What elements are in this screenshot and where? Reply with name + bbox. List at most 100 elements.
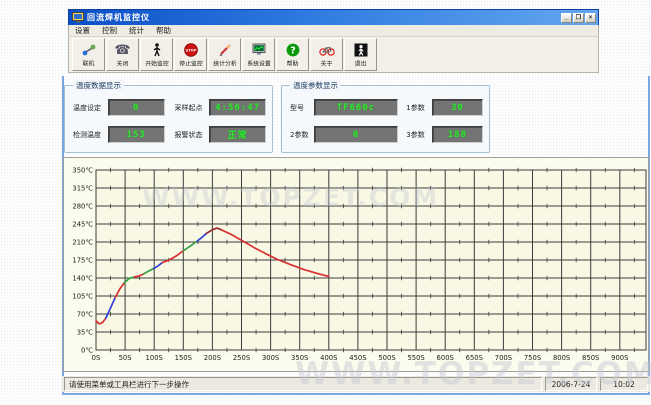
x-tick-label: 800S xyxy=(553,354,570,362)
x-tick-label: 500S xyxy=(378,354,395,362)
menu-bar: 设置 控制 统计 帮助 xyxy=(68,25,599,36)
menu-item-settings[interactable]: 设置 xyxy=(69,25,96,36)
toolbar-label: 统计分析 xyxy=(213,59,236,68)
minimize-button[interactable]: _ xyxy=(561,13,572,23)
y-tick-label: 70℃ xyxy=(77,310,94,318)
toolbar-button-stat-analysis[interactable]: 统计分析 xyxy=(208,38,241,71)
toolbar-label: 帮助 xyxy=(287,59,299,68)
bicycle-icon xyxy=(319,41,335,58)
x-tick-label: 100S xyxy=(146,354,163,362)
led-display-param1: 30 xyxy=(432,99,483,116)
panel-row: 型号 TF660c 1参数 30 xyxy=(290,99,483,116)
stop-sign-icon: STOP xyxy=(184,41,198,58)
y-tick-label: 140℃ xyxy=(72,274,93,282)
field-label-param3: 3参数 xyxy=(406,130,432,140)
exit-door-icon xyxy=(354,41,368,58)
toolbar-button-system-settings[interactable]: 系统设置 xyxy=(242,38,275,71)
status-date: 2006-7-24 xyxy=(545,377,597,391)
toolbar-label: 关闭 xyxy=(117,59,129,68)
y-tick-label: 175℃ xyxy=(72,256,93,264)
field-label-model: 型号 xyxy=(290,103,314,113)
x-tick-label: 550S xyxy=(407,354,424,362)
x-tick-label: 350S xyxy=(291,354,308,362)
x-tick-label: 450S xyxy=(349,354,366,362)
y-tick-label: 315℃ xyxy=(72,184,93,192)
panel-row: 2参数 0 3参数 188 xyxy=(290,126,483,143)
close-button[interactable]: × xyxy=(585,13,596,23)
temperature-chart-panel: 0℃35℃70℃105℃140℃175℃210℃245℃280℃315℃350℃… xyxy=(63,157,649,372)
x-tick-label: 50S xyxy=(119,354,132,362)
x-tick-label: 600S xyxy=(437,354,454,362)
led-display-temp-setting: 0 xyxy=(108,99,165,116)
y-tick-label: 280℃ xyxy=(72,202,93,210)
menu-item-control[interactable]: 控制 xyxy=(96,25,123,36)
y-tick-label: 105℃ xyxy=(72,292,93,300)
temperature-data-panel: 温度数据显示 温度设定 0 采样起点 4:56:47 检测温度 153 报警状态… xyxy=(64,85,273,153)
field-label-sample-start: 采样起点 xyxy=(175,103,210,113)
toolbar-label: 停止监控 xyxy=(179,59,202,68)
toolbar-button-exit[interactable]: 退出 xyxy=(344,38,377,71)
toolbar-button-about[interactable]: 关于 xyxy=(310,38,343,71)
status-bar: 请使用菜单或工具栏进行下一步操作 2006-7-24 10:02 xyxy=(62,376,650,392)
panel-title: 温度数据显示 xyxy=(73,80,124,91)
x-tick-label: 700S xyxy=(495,354,512,362)
x-tick-label: 900S xyxy=(611,354,628,362)
svg-text:STOP: STOP xyxy=(185,48,196,52)
field-label-param1: 1参数 xyxy=(406,103,432,113)
field-label-param2: 2参数 xyxy=(290,130,314,140)
restore-button[interactable]: ❐ xyxy=(573,13,584,23)
led-display-measured-temp: 153 xyxy=(108,126,165,143)
toolbar-button-start-monitor[interactable]: 开始监控 xyxy=(140,38,173,71)
phone-icon: ☎ xyxy=(114,41,130,58)
field-label-alarm-status: 报警状态 xyxy=(175,130,210,140)
led-display-sample-start: 4:56:47 xyxy=(209,99,266,116)
temperature-chart: 0℃35℃70℃105℃140℃175℃210℃245℃280℃315℃350℃… xyxy=(64,158,650,373)
temperature-params-panel: 温度参数显示 型号 TF660c 1参数 30 2参数 0 3参数 188 xyxy=(281,85,490,153)
toolbar-button-connect[interactable]: 联机 xyxy=(72,38,105,71)
field-label-temp-setting: 温度设定 xyxy=(73,103,108,113)
y-tick-label: 210℃ xyxy=(72,238,93,246)
svg-text:?: ? xyxy=(290,45,296,56)
x-tick-label: 400S xyxy=(320,354,337,362)
toolbar-label: 联机 xyxy=(83,59,95,68)
panel-row: 温度设定 0 采样起点 4:56:47 xyxy=(73,99,266,116)
led-display-param3: 188 xyxy=(432,126,483,143)
toolbar-button-close[interactable]: ☎ 关闭 xyxy=(106,38,139,71)
title-bar: 回流焊机监控仪 _ ❐ × xyxy=(68,9,599,25)
toolbar-label: 关于 xyxy=(321,59,333,68)
toolbar-button-help[interactable]: ? 帮助 xyxy=(276,38,309,71)
y-tick-label: 245℃ xyxy=(72,220,93,228)
x-tick-label: 750S xyxy=(524,354,541,362)
walking-person-icon xyxy=(151,41,163,58)
app-icon xyxy=(72,12,84,23)
menu-item-statistics[interactable]: 统计 xyxy=(123,25,150,36)
status-message: 请使用菜单或工具栏进行下一步操作 xyxy=(64,377,542,391)
panel-title: 温度参数显示 xyxy=(290,80,341,91)
x-tick-label: 250S xyxy=(233,354,250,362)
toolbar-label: 开始监控 xyxy=(145,59,168,68)
window-title: 回流焊机监控仪 xyxy=(87,12,560,23)
toolbar: 联机 ☎ 关闭 开始监控 STOP 停止监控 统计分析 xyxy=(68,36,599,73)
led-display-param2: 0 xyxy=(314,126,399,143)
x-tick-label: 150S xyxy=(175,354,192,362)
y-tick-label: 35℃ xyxy=(77,328,94,336)
x-tick-label: 0S xyxy=(92,354,101,362)
y-tick-label: 350℃ xyxy=(72,166,93,174)
led-display-alarm-status: 正常 xyxy=(209,126,266,143)
toolbar-button-stop-monitor[interactable]: STOP 停止监控 xyxy=(174,38,207,71)
x-tick-label: 850S xyxy=(582,354,599,362)
toolbar-label: 系统设置 xyxy=(247,59,270,68)
connect-icon xyxy=(81,41,97,58)
monitor-icon xyxy=(252,41,266,58)
screen: 回流焊机监控仪 _ ❐ × 设置 控制 统计 帮助 联机 ☎ 关闭 开始监控 xyxy=(0,0,651,405)
panel-row: 检测温度 153 报警状态 正常 xyxy=(73,126,266,143)
x-tick-label: 300S xyxy=(262,354,279,362)
writing-hand-icon xyxy=(218,41,232,58)
x-tick-label: 650S xyxy=(466,354,483,362)
menu-item-help[interactable]: 帮助 xyxy=(150,25,177,36)
field-label-measured-temp: 检测温度 xyxy=(73,130,108,140)
led-display-model: TF660c xyxy=(314,99,399,116)
toolbar-label: 退出 xyxy=(355,59,367,68)
help-icon: ? xyxy=(286,41,300,58)
x-tick-label: 200S xyxy=(204,354,221,362)
